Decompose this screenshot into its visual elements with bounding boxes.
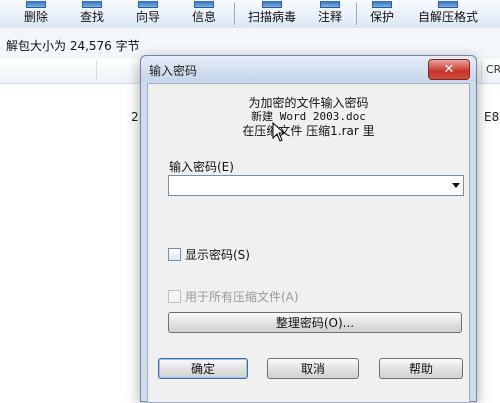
- wizard-button[interactable]: 向导: [126, 0, 170, 28]
- virus-scan-label: 扫描病毒: [247, 10, 296, 24]
- all-archives-label: 用于所有压缩文件(A): [185, 290, 299, 304]
- show-password-checkbox[interactable]: 显示密码(S): [168, 246, 250, 263]
- message-archive: 在压缩文件 压缩1.rar 里: [242, 124, 375, 138]
- organize-passwords-button[interactable]: 整理密码(O)...: [168, 312, 462, 333]
- message-line-1: 为加密的文件输入密码: [248, 96, 369, 110]
- info-label: 信息: [191, 10, 216, 24]
- sfx-button[interactable]: 自解压格式: [410, 0, 486, 28]
- delete-icon: [26, 1, 46, 8]
- file-row-size-fragment: 2: [131, 110, 139, 124]
- file-row-crc-fragment: E8: [484, 110, 500, 124]
- protect-label: 保护: [369, 10, 394, 24]
- info-button[interactable]: 信息: [182, 0, 226, 28]
- organize-passwords-label: 整理密码(O)...: [275, 316, 355, 330]
- wizard-icon: [138, 1, 158, 8]
- column-divider[interactable]: [481, 61, 482, 81]
- column-header-crc[interactable]: CR: [486, 63, 500, 76]
- cancel-button[interactable]: 取消: [267, 358, 359, 379]
- cancel-label: 取消: [300, 362, 325, 376]
- all-archives-checkbox[interactable]: 用于所有压缩文件(A): [168, 288, 299, 305]
- unpacked-size-text: 解包大小为 24,576 字节: [6, 39, 140, 53]
- password-dialog: 输入密码 ✕ 为加密的文件输入密码 新建 Word 2003.doc 在压缩文件…: [140, 55, 477, 403]
- find-label: 查找: [79, 10, 104, 24]
- dialog-title: 输入密码: [149, 64, 198, 78]
- close-button[interactable]: ✕: [428, 59, 470, 80]
- password-label: 输入密码(E): [169, 160, 234, 174]
- checkbox-box[interactable]: [168, 290, 181, 303]
- find-icon: [82, 1, 102, 8]
- ok-label: 确定: [190, 362, 215, 376]
- chevron-down-icon[interactable]: [452, 183, 460, 188]
- protect-icon: [372, 1, 392, 8]
- mouse-cursor-icon: [272, 122, 286, 142]
- delete-button[interactable]: 删除: [14, 0, 58, 28]
- main-toolbar: 删除 查找 向导 信息 扫描病毒 注释 保护 自解压格式: [0, 0, 500, 29]
- column-divider[interactable]: [96, 61, 97, 81]
- dialog-titlebar[interactable]: 输入密码 ✕: [141, 56, 476, 82]
- close-icon: ✕: [443, 62, 455, 77]
- find-button[interactable]: 查找: [70, 0, 114, 28]
- sfx-icon: [438, 1, 458, 8]
- show-password-label: 显示密码(S): [185, 248, 250, 262]
- sfx-label: 自解压格式: [417, 10, 478, 24]
- wizard-label: 向导: [135, 10, 160, 24]
- checkbox-box[interactable]: [168, 248, 181, 261]
- virus-scan-icon: [262, 1, 282, 8]
- protect-button[interactable]: 保护: [362, 0, 402, 28]
- toolbar-separator: [234, 3, 235, 25]
- help-button[interactable]: 帮助: [379, 358, 463, 379]
- toolbar-separator: [356, 3, 357, 25]
- comment-icon: [320, 1, 340, 8]
- info-icon: [194, 1, 214, 8]
- comment-button[interactable]: 注释: [310, 0, 350, 28]
- comment-label: 注释: [317, 10, 342, 24]
- ok-button[interactable]: 确定: [158, 358, 248, 379]
- dialog-body: 为加密的文件输入密码 新建 Word 2003.doc 在压缩文件 压缩1.ra…: [147, 83, 470, 403]
- virus-scan-button[interactable]: 扫描病毒: [240, 0, 304, 28]
- delete-label: 删除: [23, 10, 48, 24]
- message-filename: 新建 Word 2003.doc: [251, 110, 366, 123]
- help-label: 帮助: [408, 362, 433, 376]
- password-combobox[interactable]: [168, 175, 464, 196]
